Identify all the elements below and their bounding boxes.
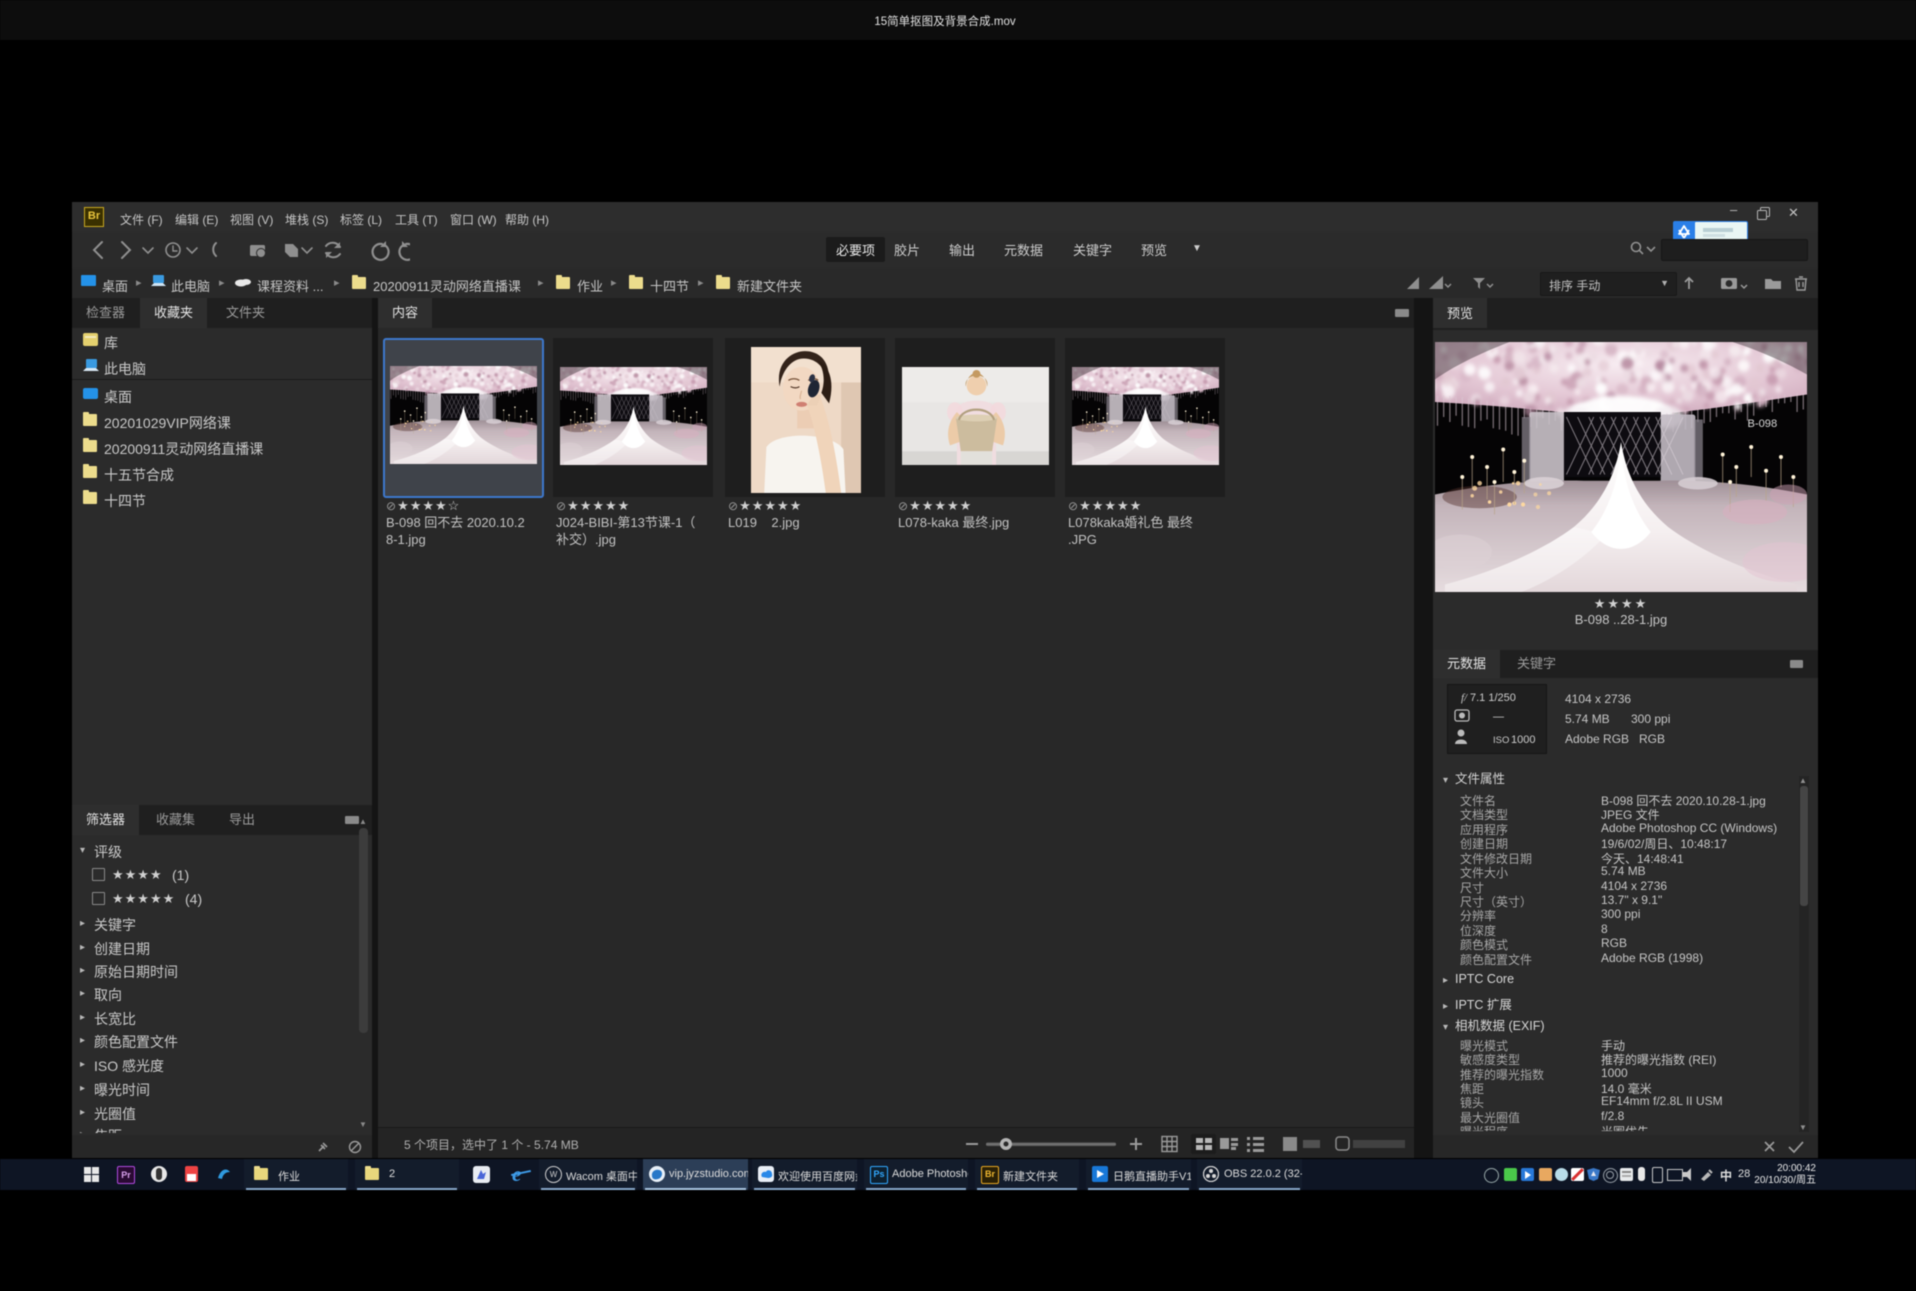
- svg-text:ISO: ISO: [1493, 735, 1509, 746]
- svg-text:f/: f/: [1461, 692, 1468, 704]
- svg-text:B-098: B-098: [1747, 418, 1777, 430]
- svg-text:7.1 1/250: 7.1 1/250: [1470, 692, 1516, 704]
- svg-text:1000: 1000: [1511, 734, 1535, 746]
- svg-text:—: —: [1493, 711, 1504, 723]
